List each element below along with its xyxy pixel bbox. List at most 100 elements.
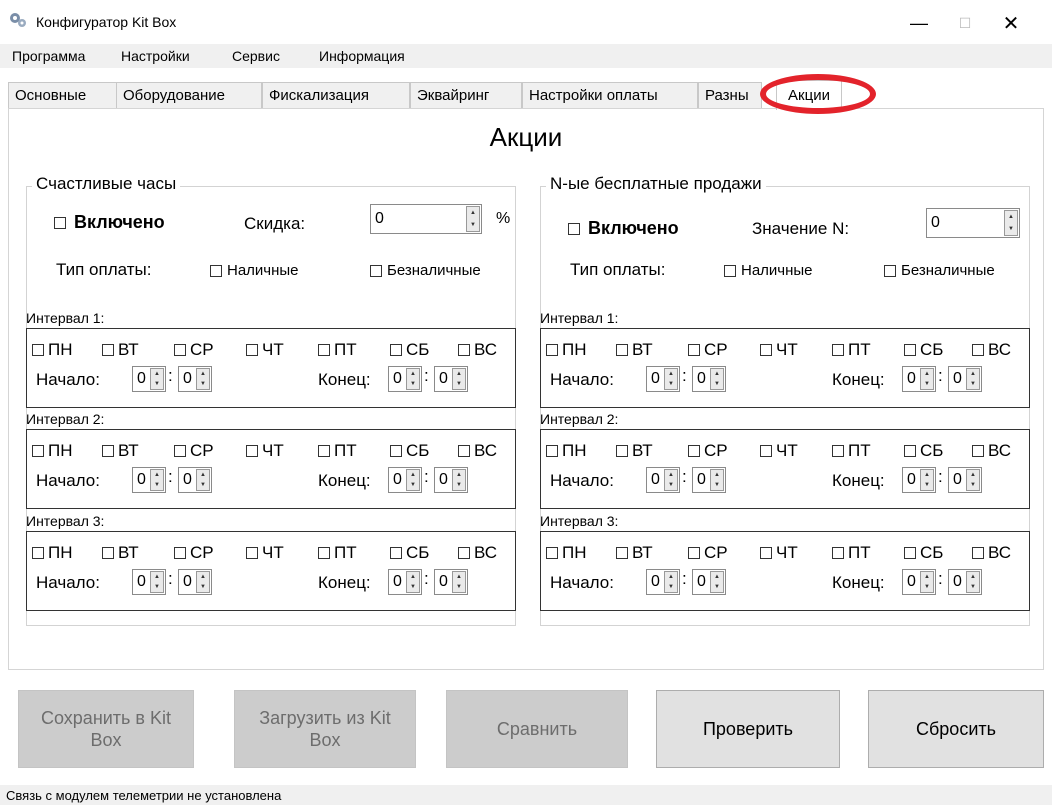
day-checkbox-6[interactable]: СБ	[904, 543, 943, 563]
spin-arrows-icon[interactable]: ▲ ▼	[966, 469, 980, 491]
tab-2[interactable]: Оборудование	[116, 82, 262, 108]
checkbox-box[interactable]	[832, 547, 844, 559]
spin-arrows-icon[interactable]: ▲ ▼	[710, 469, 724, 491]
checkbox-box[interactable]	[832, 445, 844, 457]
start-hour-spinner[interactable]: 0 ▲ ▼	[646, 467, 680, 493]
end-minute-spinner-value[interactable]: 0	[953, 370, 962, 388]
day-checkbox-3[interactable]: СР	[174, 441, 214, 461]
tab-5[interactable]: Настройки оплаты	[522, 82, 698, 108]
day-checkbox-6[interactable]: СБ	[904, 441, 943, 461]
spin-arrows-icon[interactable]: ▲ ▼	[196, 368, 210, 390]
checkbox-box[interactable]	[568, 222, 580, 235]
day-checkbox-1[interactable]: ПН	[546, 340, 587, 360]
end-minute-spinner[interactable]: 0 ▲ ▼	[434, 569, 468, 595]
end-hour-spinner[interactable]: 0 ▲ ▼	[388, 569, 422, 595]
start-minute-spinner-value[interactable]: 0	[183, 573, 192, 591]
end-hour-spinner[interactable]: 0 ▲ ▼	[902, 366, 936, 392]
checkbox-box[interactable]	[390, 445, 402, 457]
checkbox-box[interactable]	[246, 344, 258, 356]
spin-arrows-icon[interactable]: ▲ ▼	[406, 469, 420, 491]
spin-arrows-icon[interactable]: ▲ ▼	[406, 571, 420, 593]
end-hour-spinner[interactable]: 0 ▲ ▼	[902, 467, 936, 493]
checkbox-box[interactable]	[724, 264, 736, 277]
discount-spinner-value[interactable]: 0	[375, 210, 384, 228]
enabled-checkbox[interactable]: Включено	[568, 218, 679, 239]
spin-arrows-icon[interactable]: ▲ ▼	[920, 571, 934, 593]
day-checkbox-3[interactable]: СР	[174, 543, 214, 563]
start-hour-spinner[interactable]: 0 ▲ ▼	[132, 569, 166, 595]
check-button[interactable]: Проверить	[656, 690, 840, 768]
checkbox-box[interactable]	[174, 547, 186, 559]
spin-arrows-icon[interactable]: ▲ ▼	[466, 206, 480, 232]
cash-checkbox[interactable]: Наличные	[210, 262, 299, 279]
checkbox-box[interactable]	[318, 344, 330, 356]
start-minute-spinner[interactable]: 0 ▲ ▼	[692, 366, 726, 392]
spin-arrows-icon[interactable]: ▲ ▼	[920, 469, 934, 491]
checkbox-box[interactable]	[102, 547, 114, 559]
checkbox-box[interactable]	[972, 344, 984, 356]
end-hour-spinner-value[interactable]: 0	[907, 471, 916, 489]
day-checkbox-5[interactable]: ПТ	[832, 340, 871, 360]
day-checkbox-2[interactable]: ВТ	[102, 441, 139, 461]
checkbox-box[interactable]	[458, 445, 470, 457]
menu-program[interactable]: Программа	[12, 48, 85, 64]
checkbox-box[interactable]	[832, 344, 844, 356]
menu-settings[interactable]: Настройки	[121, 48, 190, 64]
checkbox-box[interactable]	[390, 547, 402, 559]
checkbox-box[interactable]	[174, 344, 186, 356]
checkbox-box[interactable]	[760, 445, 772, 457]
n-value-spinner[interactable]: 0 ▲ ▼	[926, 208, 1020, 238]
checkbox-box[interactable]	[458, 547, 470, 559]
checkbox-box[interactable]	[318, 445, 330, 457]
start-minute-spinner[interactable]: 0 ▲ ▼	[178, 467, 212, 493]
tab-4[interactable]: Эквайринг	[410, 82, 522, 108]
day-checkbox-6[interactable]: СБ	[390, 340, 429, 360]
checkbox-box[interactable]	[688, 445, 700, 457]
checkbox-box[interactable]	[688, 344, 700, 356]
spin-arrows-icon[interactable]: ▲ ▼	[966, 368, 980, 390]
start-hour-spinner-value[interactable]: 0	[651, 573, 660, 591]
spin-arrows-icon[interactable]: ▲ ▼	[196, 469, 210, 491]
day-checkbox-1[interactable]: ПН	[546, 543, 587, 563]
day-checkbox-1[interactable]: ПН	[546, 441, 587, 461]
checkbox-box[interactable]	[370, 264, 382, 277]
start-minute-spinner-value[interactable]: 0	[697, 471, 706, 489]
checkbox-box[interactable]	[102, 445, 114, 457]
start-hour-spinner[interactable]: 0 ▲ ▼	[646, 569, 680, 595]
day-checkbox-5[interactable]: ПТ	[832, 441, 871, 461]
checkbox-box[interactable]	[246, 547, 258, 559]
day-checkbox-7[interactable]: ВС	[458, 340, 497, 360]
start-minute-spinner-value[interactable]: 0	[697, 573, 706, 591]
checkbox-box[interactable]	[760, 344, 772, 356]
end-minute-spinner-value[interactable]: 0	[439, 471, 448, 489]
enabled-checkbox[interactable]: Включено	[54, 212, 165, 233]
end-hour-spinner-value[interactable]: 0	[393, 573, 402, 591]
day-checkbox-3[interactable]: СР	[688, 543, 728, 563]
checkbox-box[interactable]	[616, 445, 628, 457]
checkbox-box[interactable]	[246, 445, 258, 457]
start-hour-spinner-value[interactable]: 0	[137, 471, 146, 489]
end-minute-spinner[interactable]: 0 ▲ ▼	[948, 569, 982, 595]
checkbox-box[interactable]	[54, 216, 66, 229]
day-checkbox-2[interactable]: ВТ	[616, 543, 653, 563]
day-checkbox-6[interactable]: СБ	[904, 340, 943, 360]
checkbox-box[interactable]	[390, 344, 402, 356]
spin-arrows-icon[interactable]: ▲ ▼	[1004, 210, 1018, 236]
spin-arrows-icon[interactable]: ▲ ▼	[664, 368, 678, 390]
tab-6[interactable]: Разны	[698, 82, 762, 108]
checkbox-box[interactable]	[904, 547, 916, 559]
cash-checkbox[interactable]: Наличные	[724, 262, 813, 279]
spin-arrows-icon[interactable]: ▲ ▼	[664, 571, 678, 593]
discount-spinner[interactable]: 0 ▲ ▼	[370, 204, 482, 234]
checkbox-box[interactable]	[688, 547, 700, 559]
start-hour-spinner-value[interactable]: 0	[651, 370, 660, 388]
reset-button[interactable]: Сбросить	[868, 690, 1044, 768]
start-minute-spinner[interactable]: 0 ▲ ▼	[178, 569, 212, 595]
checkbox-box[interactable]	[32, 344, 44, 356]
day-checkbox-7[interactable]: ВС	[972, 441, 1011, 461]
day-checkbox-5[interactable]: ПТ	[318, 340, 357, 360]
day-checkbox-4[interactable]: ЧТ	[246, 441, 284, 461]
checkbox-box[interactable]	[616, 344, 628, 356]
menu-info[interactable]: Информация	[319, 48, 405, 64]
spin-arrows-icon[interactable]: ▲ ▼	[452, 368, 466, 390]
